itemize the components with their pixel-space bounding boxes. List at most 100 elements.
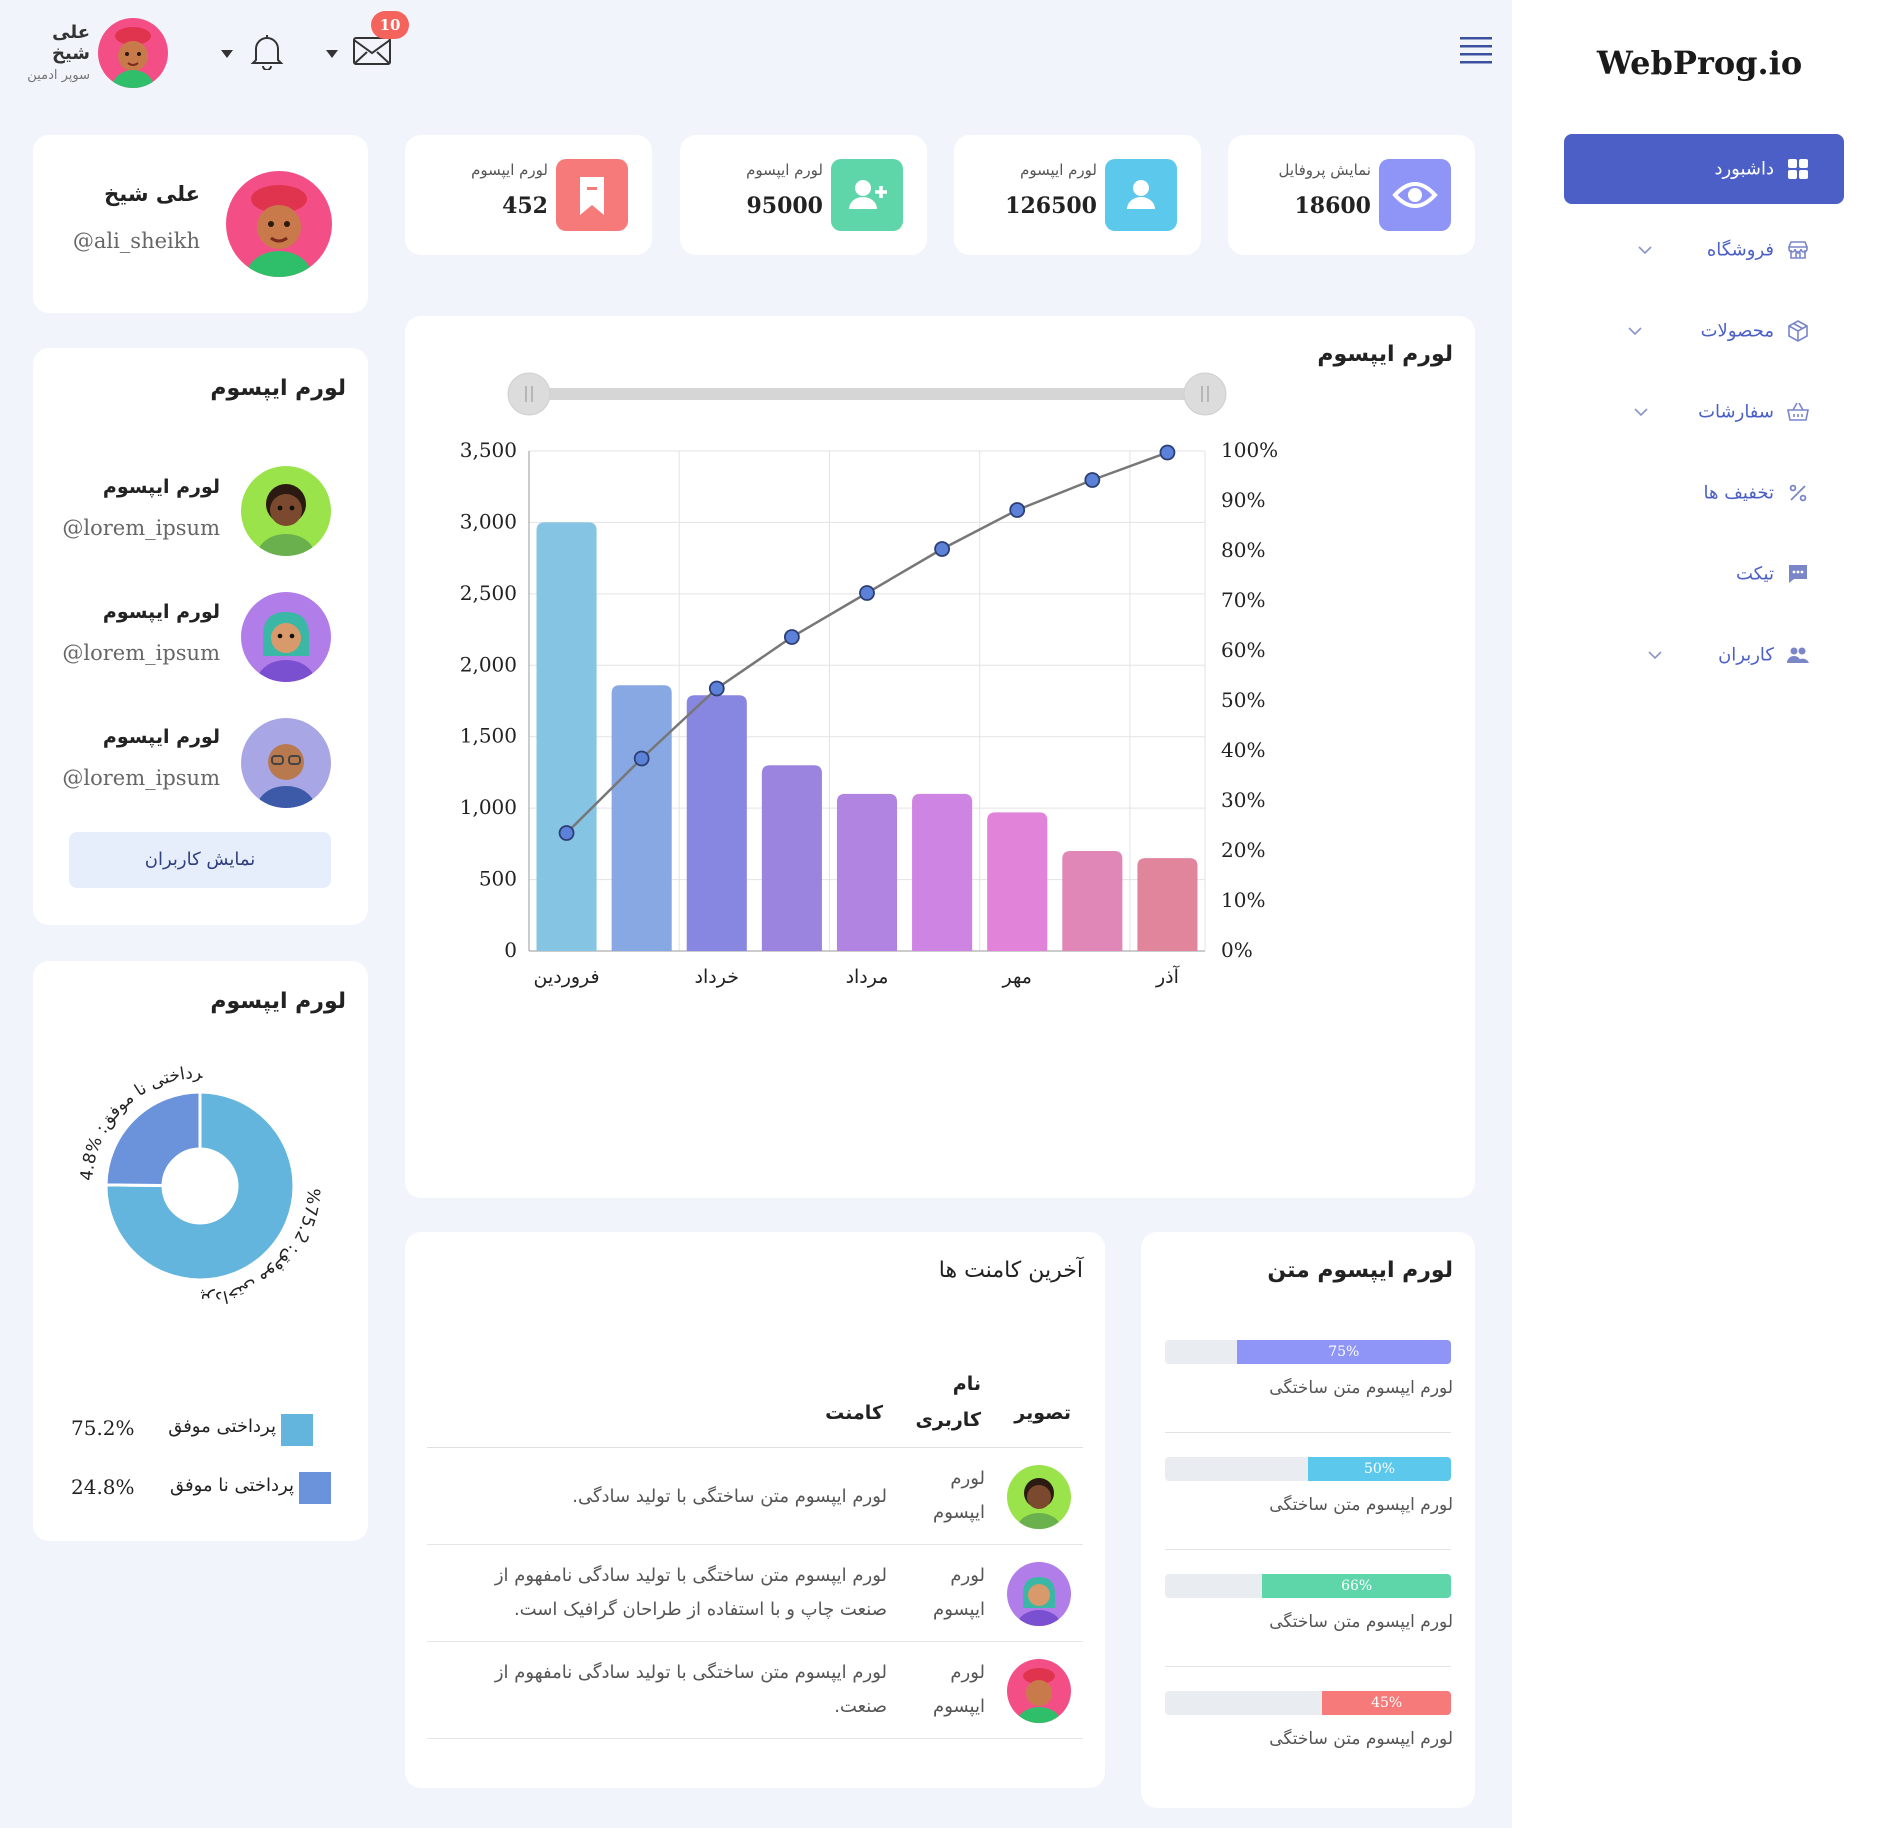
- profile-avatar[interactable]: [226, 171, 332, 277]
- bar: [912, 793, 973, 951]
- brand-logo[interactable]: WebProg.io: [1512, 44, 1887, 82]
- sidebar-item-tickets[interactable]: تیکت: [1564, 539, 1844, 609]
- x-tick-label: آذر: [1155, 964, 1180, 988]
- sidebar-item-store[interactable]: فروشگاه: [1564, 215, 1844, 285]
- progress-label: لورم ایپسوم متن ساختگی: [1269, 1612, 1453, 1632]
- bar: [1137, 858, 1198, 951]
- store-icon: [1788, 241, 1808, 259]
- line-point: [934, 541, 951, 557]
- chevron-down-icon[interactable]: [1636, 241, 1654, 259]
- stat-icon-box: [831, 159, 903, 231]
- sidebar-item-label: تخفیف ها: [1703, 482, 1775, 504]
- sidebar-item-discounts[interactable]: تخفیف ها: [1564, 458, 1844, 528]
- range-slider-handle: [1183, 372, 1227, 416]
- legend-value: 24.8%: [71, 1475, 135, 1499]
- bar: [761, 765, 822, 951]
- bookmark-icon: [580, 177, 604, 215]
- sidebar-item-products[interactable]: محصولات: [1564, 296, 1844, 366]
- stat-card-profile-views: نمایش پروفایل 18600: [1228, 135, 1475, 255]
- legend-label: پرداختی نا موفق: [169, 1475, 294, 1496]
- pareto-chart: 0 500 1,000 1,500 2,000 2,500 3,000 3,500 0% 10% 2…: [460, 372, 1278, 988]
- y-tick-label: 2,500: [460, 581, 517, 605]
- bar: [836, 793, 898, 951]
- y2-tick-label: 100%: [1221, 438, 1278, 462]
- sidebar-item-users[interactable]: کاربران: [1564, 620, 1844, 690]
- bar: [686, 695, 747, 951]
- legend-label: پرداختی موفق: [168, 1416, 276, 1437]
- comment-text: لورم ایپسوم متن ساختگی با تولید سادگی نا…: [494, 1662, 887, 1717]
- chevron-down-icon[interactable]: [1646, 646, 1664, 664]
- chevron-down-icon[interactable]: [1626, 322, 1644, 340]
- bar: [1062, 851, 1123, 951]
- bell-icon[interactable]: [250, 32, 284, 70]
- col-header-comment: کامنت: [825, 1402, 883, 1424]
- user-menu-caret-icon[interactable]: [220, 49, 234, 59]
- line-point: [1009, 502, 1026, 518]
- y2-tick-label: 10%: [1221, 888, 1265, 912]
- table-row[interactable]: لورم ایپسوم لورم ایپسوم متن ساختگی با تو…: [427, 1448, 1083, 1545]
- sidebar-item-orders[interactable]: سفارشات: [1564, 377, 1844, 447]
- sidebar-item-label: فروشگاه: [1706, 239, 1774, 261]
- stat-icon-box: [556, 159, 628, 231]
- bar: [987, 812, 1048, 951]
- sidebar: WebProg.io داشبورد فروشگاه محصولات سفارش…: [1512, 0, 1887, 1828]
- progress-bar: 66%: [1165, 1574, 1451, 1598]
- table-row[interactable]: لورم ایپسوم لورم ایپسوم متن ساختگی با تو…: [427, 1545, 1083, 1642]
- mail-icon[interactable]: [352, 36, 392, 66]
- main-chart-card: لورم ایپسوم 0 500 1,000 1,500 2,000 2,500 3,00…: [405, 316, 1475, 1198]
- progress-label: لورم ایپسوم متن ساختگی: [1269, 1495, 1453, 1515]
- progress-fill: 75%: [1236, 1340, 1451, 1364]
- chat-icon: [1789, 565, 1807, 583]
- members-title: لورم ایپسوم: [210, 376, 346, 401]
- user-info[interactable]: علی شیخ سوپر ادمین: [12, 22, 90, 83]
- y-tick-label: 1,000: [460, 795, 517, 819]
- x-tick-label: خرداد: [695, 966, 739, 988]
- profile-handle: @ali_sheikh: [72, 229, 200, 253]
- sidebar-item-label: تیکت: [1735, 563, 1774, 585]
- y2-tick-label: 50%: [1221, 688, 1265, 712]
- donut-card: لورم ایپسوم %75.2 :پرداختی موفقپرداختی ن…: [33, 961, 368, 1541]
- hamburger-icon[interactable]: [1460, 36, 1492, 64]
- y-tick-label: 3,500: [460, 438, 517, 462]
- x-tick-label: فروردین: [533, 966, 599, 988]
- line-point: [859, 585, 875, 601]
- chevron-down-icon[interactable]: [1632, 403, 1650, 421]
- stat-card-2: لورم ایپسوم 126500: [954, 135, 1201, 255]
- progress-bar: 50%: [1165, 1457, 1451, 1481]
- profile-card: علی شیخ @ali_sheikh: [33, 135, 368, 313]
- notifications-caret-icon[interactable]: [325, 49, 339, 59]
- stat-label: نمایش پروفایل: [1278, 161, 1371, 179]
- stat-label: لورم ایپسوم: [471, 161, 548, 179]
- progress-label: لورم ایپسوم متن ساختگی: [1269, 1729, 1453, 1749]
- progress-bar: 75%: [1165, 1340, 1451, 1364]
- y2-tick-label: 0%: [1221, 938, 1253, 962]
- stat-value: 126500: [1005, 193, 1097, 219]
- user-avatar[interactable]: [98, 18, 168, 88]
- stat-value: 95000: [746, 193, 823, 219]
- sidebar-item-dashboard[interactable]: داشبورد: [1564, 134, 1844, 204]
- col-header-user: نام کاربری: [915, 1373, 982, 1431]
- stat-icon-box: [1379, 159, 1451, 231]
- stat-value: 18600: [1294, 193, 1371, 219]
- x-tick-label: مهر: [1002, 966, 1032, 988]
- table-row[interactable]: لورم ایپسوم لورم ایپسوم متن ساختگی با تو…: [427, 1642, 1083, 1739]
- stat-label: لورم ایپسوم: [746, 161, 823, 179]
- stat-label: لورم ایپسوم: [1020, 161, 1097, 179]
- member-name: لورم ایپسوم: [102, 601, 220, 623]
- comment-user: لورم ایپسوم: [933, 1662, 985, 1717]
- line-point: [633, 750, 650, 767]
- y-tick-label: 0: [504, 938, 517, 962]
- y-tick-label: 1,500: [460, 724, 517, 748]
- mail-badge: 10: [371, 11, 409, 39]
- donut-title: لورم ایپسوم: [210, 989, 346, 1014]
- stat-card-4: لورم ایپسوم 452: [405, 135, 652, 255]
- y2-tick-label: 70%: [1221, 588, 1265, 612]
- eye-icon: [1392, 182, 1438, 208]
- comment-user: لورم ایپسوم: [933, 1468, 985, 1523]
- y2-tick-label: 40%: [1221, 738, 1265, 762]
- user-name: علی شیخ: [51, 22, 90, 64]
- progress-title: لورم ایپسوم متن: [1267, 1258, 1453, 1283]
- show-users-button[interactable]: نمایش کاربران: [69, 832, 331, 888]
- sidebar-item-label: سفارشات: [1698, 401, 1774, 423]
- member-handle: @lorem_ipsum: [62, 516, 220, 540]
